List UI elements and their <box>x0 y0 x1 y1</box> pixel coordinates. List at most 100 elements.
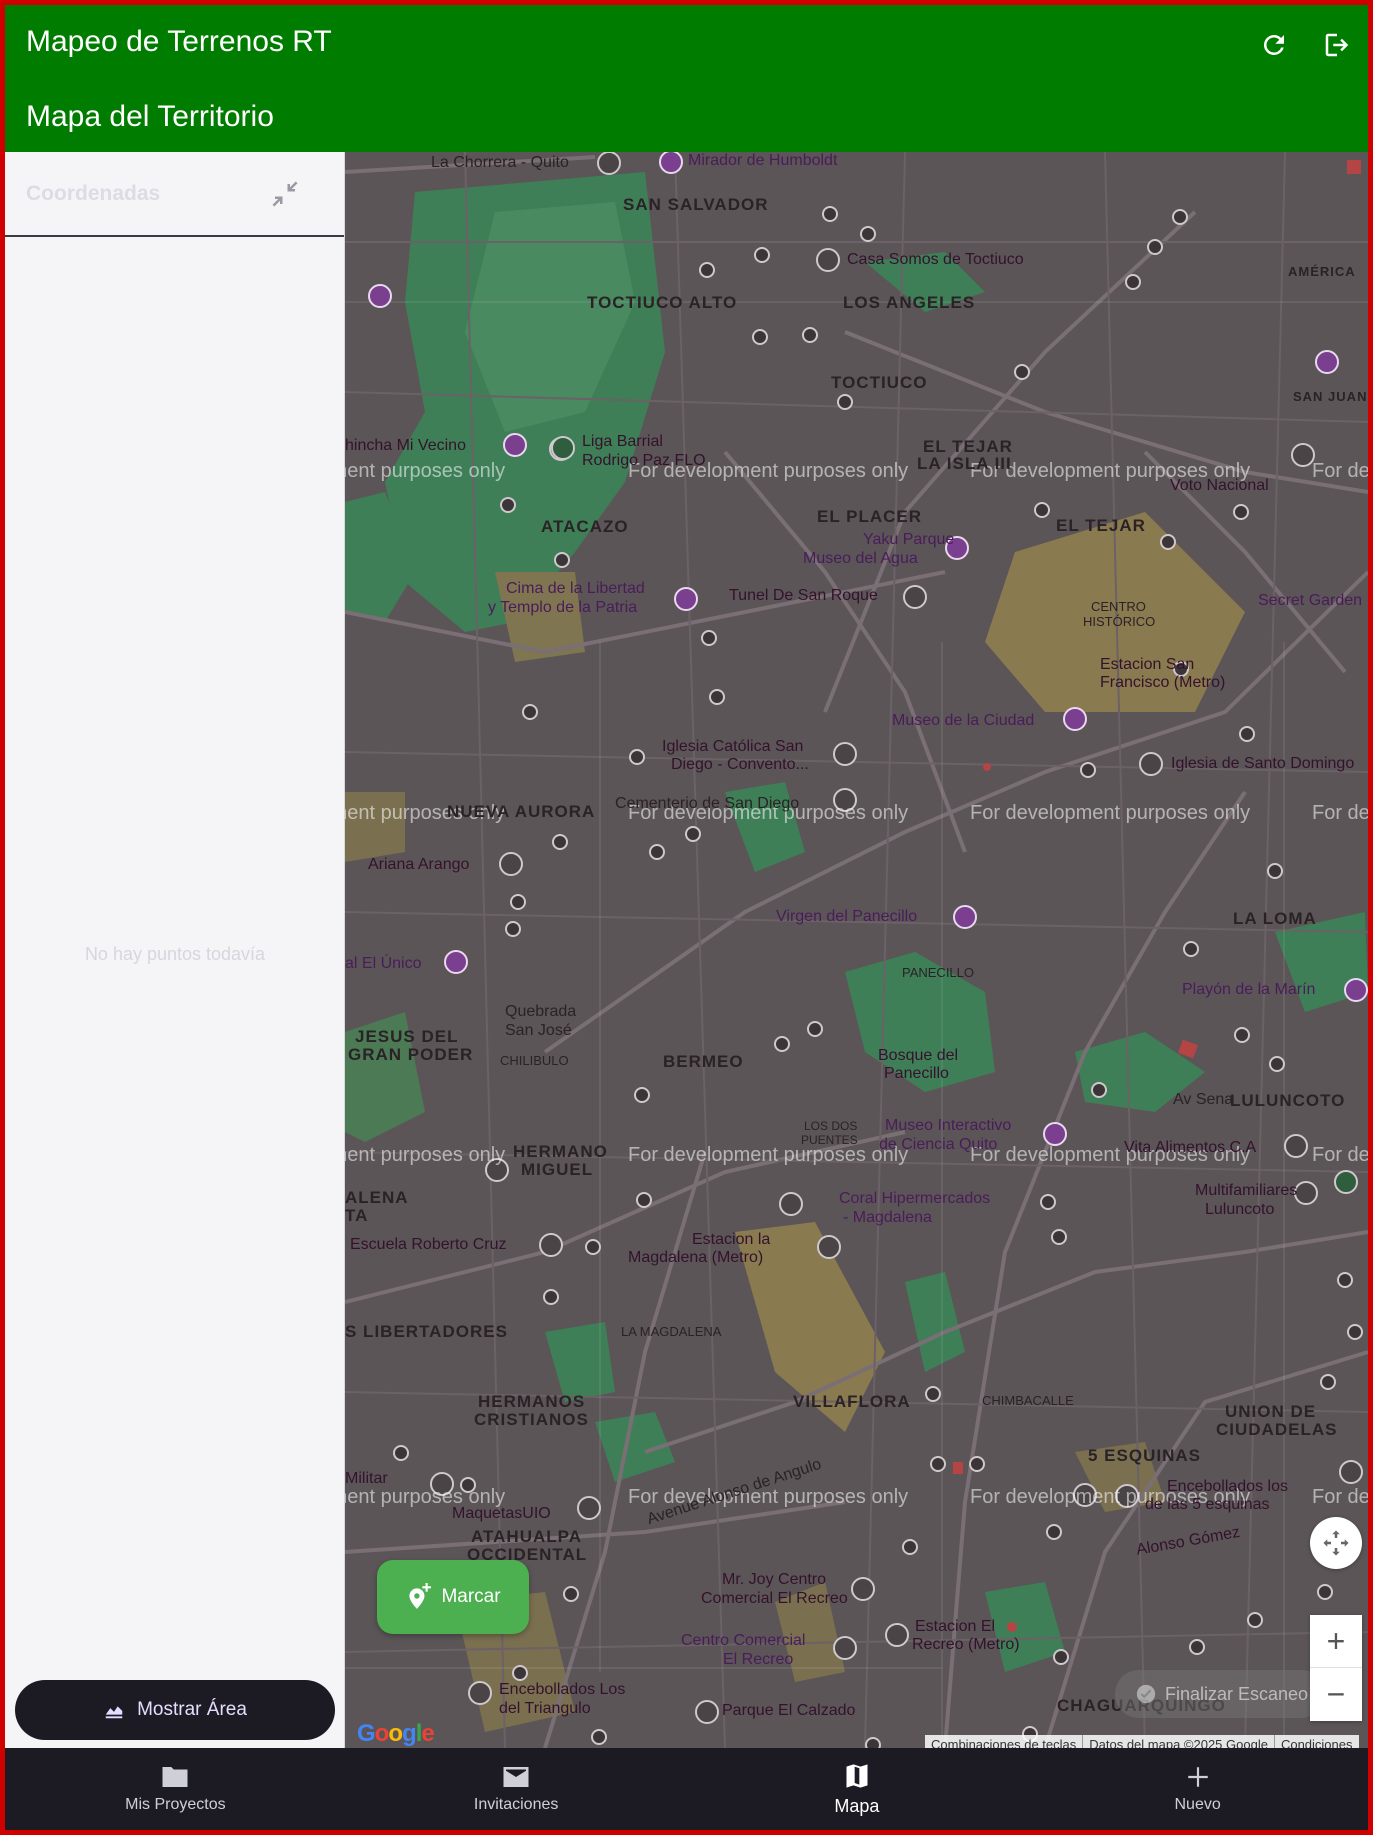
map-label: Multifamiliares <box>1195 1182 1298 1199</box>
map-label: Iglesia de Santo Domingo <box>1171 755 1355 772</box>
map-label: LULUNCOTO <box>1230 1091 1346 1110</box>
map-label: Luluncoto <box>1205 1201 1275 1218</box>
map-label: Yaku Parque <box>863 531 955 548</box>
map-label: Recreo (Metro) <box>912 1636 1020 1653</box>
map-label: Parque El Calzado <box>722 1702 856 1719</box>
map-label: de las 5 esquinas <box>1145 1496 1270 1513</box>
nav-label: Mis Proyectos <box>125 1796 226 1813</box>
app-frame: Mapeo de Terrenos RT Mapa del Territorio… <box>5 5 1368 1830</box>
app-bar: Mapeo de Terrenos RT Mapa del Territorio <box>5 5 1368 152</box>
watermark: For development purposes only <box>345 460 506 482</box>
map-label: Panecillo <box>884 1065 949 1082</box>
map-label: CIUDADELAS <box>1216 1420 1338 1439</box>
map-icon <box>846 1763 868 1788</box>
map-label: hincha Mi Vecino <box>345 437 466 454</box>
empty-points-message: No hay puntos todavía <box>84 944 266 964</box>
map-label: al El Único <box>345 955 422 972</box>
map-label: Centro Comercial <box>681 1632 806 1649</box>
map-label: Mirador de Humboldt <box>688 152 838 169</box>
map-label: Museo Interactivo <box>885 1117 1012 1134</box>
watermark: For development purposes only <box>1312 460 1368 482</box>
finish-scan-button[interactable]: Finalizar Escaneo <box>1115 1670 1325 1718</box>
collapse-icon <box>272 181 298 207</box>
map-label: ATAHUALPA <box>471 1527 582 1546</box>
map-label: y Templo de la Patria <box>488 599 638 616</box>
map-label: HISTÓRICO <box>1083 614 1156 629</box>
map-label: Vita Alimentos C.A <box>1124 1139 1257 1156</box>
nav-map[interactable]: Mapa <box>687 1748 1028 1830</box>
map-label: MaquetasUIO <box>452 1505 551 1522</box>
map-label: Militar <box>345 1470 388 1487</box>
nav-label: Invitaciones <box>473 1796 559 1813</box>
nav-invitations[interactable]: Invitaciones <box>346 1748 687 1830</box>
logout-button[interactable] <box>1317 25 1357 65</box>
nav-label: Nuevo <box>1174 1796 1221 1813</box>
map-label: Museo del Agua <box>803 550 918 567</box>
map-label: La Chorrera - Quito <box>431 154 569 171</box>
map-label: Coral Hipermercados <box>839 1190 991 1207</box>
map-label: Escuela Roberto Cruz <box>350 1236 507 1253</box>
map-label: Liga Barrial <box>582 433 663 450</box>
map-label: LOS ANGELES <box>843 293 976 312</box>
google-logo: Google <box>357 1720 435 1747</box>
terms-link[interactable]: Condiciones <box>1273 1735 1359 1748</box>
map-label: Rodrigo Paz FLO <box>582 452 706 469</box>
map-label: LA MAGDALENA <box>621 1324 722 1339</box>
mark-point-button[interactable]: Marcar <box>377 1560 529 1634</box>
map-label: Cima de la Libertad <box>506 580 645 597</box>
zoom-out-button[interactable]: − <box>1310 1668 1362 1721</box>
collapse-panel-button[interactable] <box>265 174 305 214</box>
map-label: CENTRO <box>1091 599 1146 614</box>
nav-new[interactable]: Nuevo <box>1027 1748 1368 1830</box>
map-label: LOS DOS <box>804 1119 858 1133</box>
app-title: Mapeo de Terrenos RT <box>26 25 332 58</box>
screen-title: Mapa del Territorio <box>26 100 274 133</box>
coordinates-panel: Coordenadas No hay puntos todavía Mostra… <box>5 152 345 1748</box>
map-label: HERMANO <box>513 1142 608 1161</box>
map-label: Encebollados Los <box>499 1681 626 1698</box>
show-area-button[interactable]: Mostrar Área <box>15 1680 335 1740</box>
map-label: CRISTIANOS <box>474 1410 589 1429</box>
nav-my-projects[interactable]: Mis Proyectos <box>5 1748 346 1830</box>
map-label: Francisco (Metro) <box>1100 674 1226 691</box>
map-label: JESUS DEL <box>355 1027 459 1046</box>
watermark: For development purposes only <box>1312 1144 1368 1166</box>
map-label: Iglesia Católica San <box>662 738 804 755</box>
map-label: LA ISLA III <box>917 454 1012 473</box>
coordinates-title: Coordenadas <box>26 182 161 205</box>
map-label: PUENTES <box>801 1133 858 1147</box>
map-label: MIGUEL <box>521 1160 594 1179</box>
map-label: BERMEO <box>663 1052 744 1071</box>
watermark: For development purposes only <box>628 1144 909 1166</box>
map-label: Voto Nacional <box>1170 477 1269 494</box>
map-view[interactable]: For development purposes only For develo… <box>345 152 1368 1748</box>
fullscreen-icon <box>1323 1530 1349 1556</box>
mail-icon <box>503 1767 529 1787</box>
map-label: San José <box>505 1022 572 1039</box>
map-label: Encebollados los <box>1167 1478 1288 1495</box>
map-label: SAN SALVADOR <box>623 195 769 214</box>
refresh-button[interactable] <box>1254 25 1294 65</box>
map-label: Ariana Arango <box>368 856 470 873</box>
fullscreen-button[interactable] <box>1310 1517 1362 1569</box>
logout-icon <box>1325 33 1349 57</box>
map-label: Bosque del <box>878 1047 959 1064</box>
map-label: Av Sena <box>1173 1091 1234 1108</box>
map-label: Estacion la <box>692 1231 771 1248</box>
watermark: For development purposes only <box>1312 802 1368 824</box>
map-label: SAN JUAN <box>1293 389 1368 404</box>
zoom-in-button[interactable]: + <box>1310 1615 1362 1668</box>
map-label: El Recreo <box>723 1651 794 1668</box>
map-label: Tunel De San Roque <box>729 587 878 604</box>
map-label: TA <box>345 1206 369 1225</box>
folder-icon <box>162 1767 188 1787</box>
plus-icon <box>1187 1767 1208 1787</box>
map-label: 5 ESQUINAS <box>1088 1446 1201 1465</box>
keyboard-shortcuts-link[interactable]: Combinaciones de teclas <box>925 1735 1082 1748</box>
map-label: VILLAFLORA <box>793 1392 911 1411</box>
map-label: UNION DE <box>1225 1402 1317 1421</box>
map-label: AMÉRICA <box>1288 264 1356 279</box>
map-data-credit: Datos del mapa ©2025 Google <box>1082 1735 1274 1748</box>
check-circle-icon <box>1136 1684 1156 1704</box>
map-label: ALENA <box>345 1188 409 1207</box>
